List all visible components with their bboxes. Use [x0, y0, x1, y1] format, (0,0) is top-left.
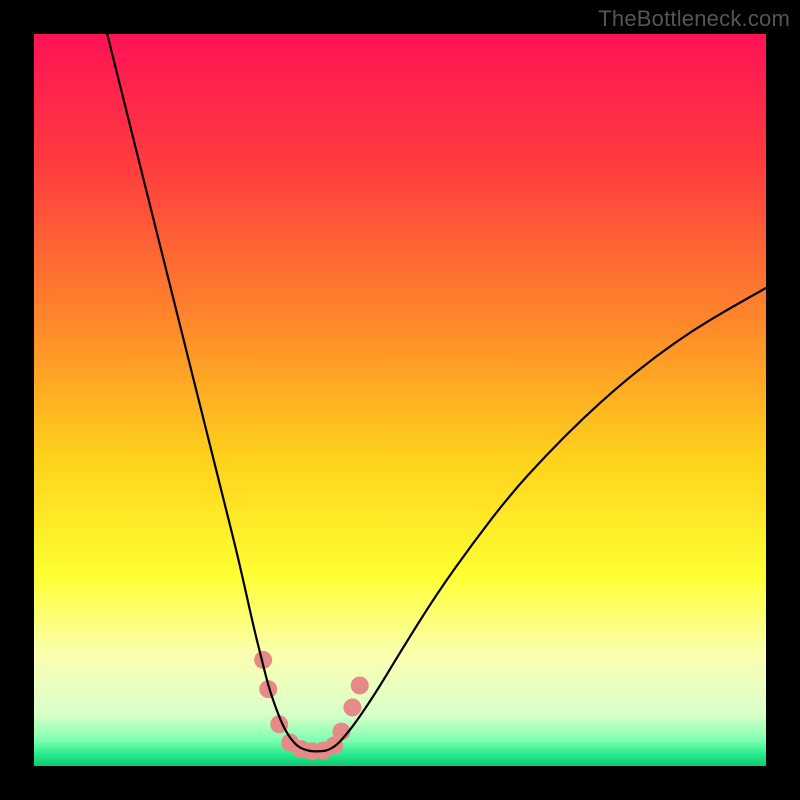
curve-layer — [34, 34, 766, 766]
chart-frame: TheBottleneck.com — [0, 0, 800, 800]
bottleneck-curve — [107, 34, 766, 751]
marker-dot — [343, 698, 361, 716]
highlight-markers — [254, 651, 369, 761]
watermark-text: TheBottleneck.com — [598, 6, 790, 32]
marker-dot — [351, 676, 369, 694]
plot-area — [34, 34, 766, 766]
